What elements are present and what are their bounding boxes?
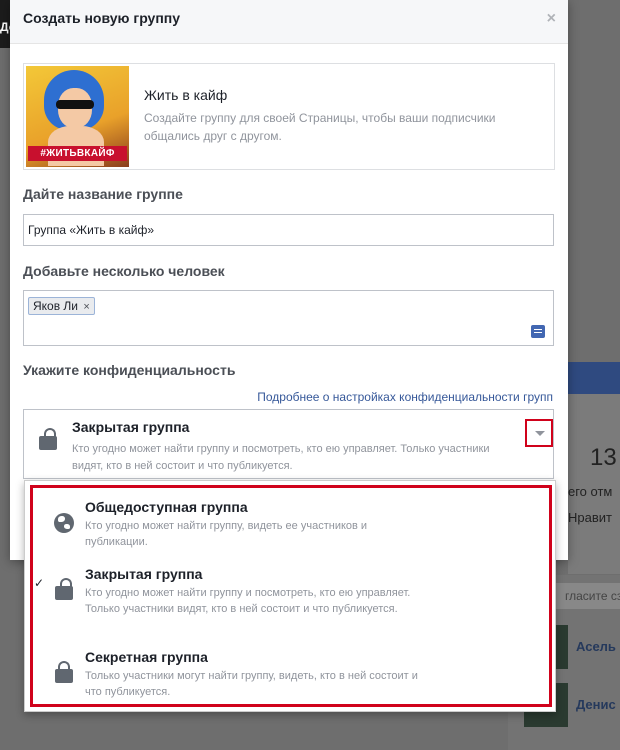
member-chip-name: Яков Ли [33,299,79,313]
dialog-header: Создать новую группу × [10,0,568,44]
privacy-learn-more-link[interactable]: Подробнее о настройках конфиденциальност… [257,390,553,404]
globe-icon [54,513,74,533]
friend-name: Асель [576,639,616,654]
privacy-label: Укажите конфиденциальность [23,362,236,378]
dialog-title: Создать новую группу [23,10,181,26]
privacy-selected-title: Закрытая группа [72,419,190,435]
friend-name: Денис [576,697,616,712]
lock-open-icon [39,428,57,450]
member-chip: Яков Ли × [28,297,95,315]
lock-icon [55,661,73,683]
template-image-glasses [56,100,94,109]
lock-open-icon [55,578,73,600]
group-template-card[interactable]: #ЖИТЬВКАЙФ Жить в кайф Создайте группу д… [23,63,555,170]
group-name-label: Дайте название группе [23,186,183,202]
create-group-dialog: Создать новую группу × #ЖИТЬВКАЙФ Жить в… [10,0,568,560]
group-name-input[interactable]: Группа «Жить в кайф» [23,214,554,246]
privacy-select[interactable]: Закрытая группа Кто угодно может найти г… [23,409,554,479]
address-book-icon[interactable] [531,325,545,338]
chevron-down-icon[interactable] [525,419,553,447]
close-icon[interactable]: × [547,10,556,28]
option-title: Секретная группа [85,649,208,665]
add-members-input[interactable]: Яков Ли × [23,290,554,346]
privacy-dropdown-menu: Общедоступная группа Кто угодно может на… [24,480,556,712]
remove-member-icon[interactable]: × [83,301,89,313]
background-count: 13 [590,444,617,471]
template-description: Создайте группу для своей Страницы, чтоб… [144,111,496,143]
template-name: Жить в кайф [144,87,228,103]
background-header-strip [568,362,620,394]
option-title: Общедоступная группа [85,499,248,515]
background-invite-search: гласите сз [555,583,620,609]
add-members-label: Добавьте несколько человек [23,263,225,279]
privacy-selected-description: Кто угодно может найти группу и посмотре… [72,443,490,472]
option-description: Только участники могут найти группу, вид… [85,670,418,698]
option-description: Кто угодно может найти группу и посмотре… [85,587,411,615]
privacy-option-closed[interactable]: ✓ Закрытая группа Кто угодно может найти… [25,566,557,636]
check-icon: ✓ [34,576,45,590]
option-description: Кто угодно может найти группу, видеть ее… [85,520,368,548]
background-top-bar: До [0,0,16,48]
background-stats-text: его отм [568,484,613,499]
background-likes-text: Нравит [568,510,612,525]
privacy-option-secret[interactable]: Секретная группа Только участники могут … [25,649,557,699]
privacy-option-public[interactable]: Общедоступная группа Кто угодно может на… [25,499,557,559]
option-title: Закрытая группа [85,566,203,582]
template-image-tag: #ЖИТЬВКАЙФ [28,146,127,161]
template-image: #ЖИТЬВКАЙФ [26,66,129,167]
